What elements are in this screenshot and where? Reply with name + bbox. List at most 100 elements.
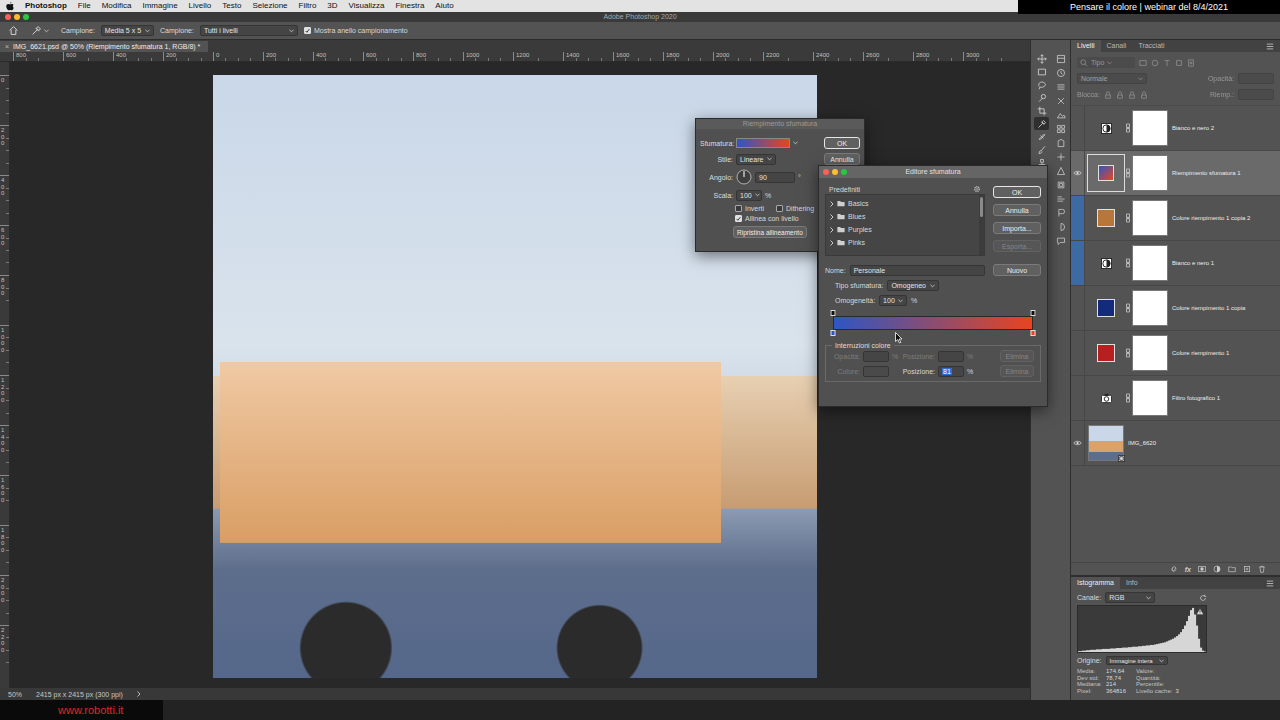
trash-icon[interactable] bbox=[1258, 565, 1266, 573]
menu-item[interactable]: Visualizza bbox=[349, 1, 385, 11]
opacity-stop-lane[interactable] bbox=[833, 310, 1033, 316]
chain-icon[interactable] bbox=[1125, 123, 1131, 133]
gradient-preview[interactable] bbox=[833, 316, 1033, 330]
chain-icon[interactable] bbox=[1125, 213, 1131, 223]
menu-item[interactable]: Filtro bbox=[299, 1, 317, 11]
panel-button[interactable] bbox=[1053, 234, 1068, 248]
sampling-ring-checkbox[interactable]: Mostra anello campionamento bbox=[304, 27, 408, 34]
layer-row[interactable]: Colore riempimento 1 copia bbox=[1071, 286, 1280, 331]
layer-name[interactable]: Bianco e nero 2 bbox=[1172, 125, 1218, 131]
visibility-toggle[interactable] bbox=[1071, 196, 1085, 240]
chain-icon[interactable] bbox=[1125, 168, 1131, 178]
fx-button[interactable]: fx bbox=[1185, 566, 1191, 573]
menu-item[interactable]: Immagine bbox=[142, 1, 177, 11]
preset-folder[interactable]: Pinks bbox=[830, 237, 975, 248]
layer-name[interactable]: Bianco e nero 1 bbox=[1172, 260, 1218, 266]
gear-icon[interactable] bbox=[973, 185, 981, 193]
cache-warning-icon[interactable] bbox=[1196, 608, 1204, 615]
layer-thumbnail[interactable] bbox=[1088, 110, 1124, 146]
apple-icon[interactable] bbox=[6, 2, 14, 11]
tool-button[interactable] bbox=[1034, 91, 1049, 104]
opacity-stop[interactable] bbox=[831, 310, 836, 316]
panel-button[interactable] bbox=[1053, 164, 1068, 178]
document-tab[interactable]: ×IMG_6621.psd @ 50% (Riempimento sfumatu… bbox=[0, 41, 208, 52]
panel-tab[interactable]: Livelli bbox=[1071, 40, 1101, 52]
layer-mask-thumbnail[interactable] bbox=[1132, 155, 1168, 191]
panel-button[interactable] bbox=[1053, 206, 1068, 220]
channel-dropdown[interactable]: RGB bbox=[1105, 592, 1155, 603]
visibility-toggle[interactable] bbox=[1071, 376, 1085, 420]
preset-folder[interactable]: Blues bbox=[830, 211, 975, 222]
layer-thumbnail[interactable] bbox=[1088, 290, 1124, 326]
angle-field[interactable]: 90 bbox=[755, 172, 795, 183]
chain-icon[interactable] bbox=[1125, 303, 1131, 313]
layer-row[interactable]: Colore riempimento 1 copia 2 bbox=[1071, 196, 1280, 241]
smart-object-filter-icon[interactable] bbox=[1187, 59, 1195, 67]
lock-icon[interactable] bbox=[1140, 91, 1148, 99]
delete-button[interactable]: Elimina bbox=[1000, 350, 1034, 362]
layer-thumbnail[interactable] bbox=[1088, 335, 1124, 371]
source-dropdown[interactable]: Immagine intera bbox=[1106, 656, 1168, 665]
panel-button[interactable] bbox=[1053, 94, 1068, 108]
panel-tab[interactable]: Istogramma bbox=[1071, 577, 1120, 589]
checkbox-box[interactable] bbox=[735, 215, 742, 222]
option-checkbox[interactable]: Dithering bbox=[776, 205, 814, 212]
chain-icon[interactable] bbox=[1125, 348, 1131, 358]
expand-chevron-icon[interactable] bbox=[830, 201, 834, 207]
angle-dial-icon[interactable] bbox=[736, 169, 752, 185]
stop-color-swatch[interactable] bbox=[863, 366, 889, 377]
tool-button[interactable] bbox=[1034, 104, 1049, 117]
dialog-button[interactable]: Esporta... bbox=[993, 240, 1041, 252]
layer-row[interactable]: Filtro fotografico 1 bbox=[1071, 376, 1280, 421]
menu-item[interactable]: Testo bbox=[222, 1, 241, 11]
layer-name[interactable]: Colore riempimento 1 bbox=[1172, 350, 1233, 356]
menu-item[interactable]: Finestra bbox=[395, 1, 424, 11]
preset-folder[interactable]: Basics bbox=[830, 198, 975, 209]
menu-item[interactable]: Photoshop bbox=[25, 1, 67, 11]
layer-mask-thumbnail[interactable] bbox=[1132, 245, 1168, 281]
scroll-thumb[interactable] bbox=[980, 197, 983, 217]
panel-menu-icon[interactable] bbox=[1266, 43, 1274, 50]
layer-thumbnail[interactable] bbox=[1088, 155, 1124, 191]
blend-mode-dropdown[interactable]: Normale bbox=[1077, 73, 1147, 84]
lock-icon[interactable] bbox=[1128, 91, 1136, 99]
dialog-button[interactable]: OK bbox=[824, 137, 860, 149]
lock-icon[interactable] bbox=[1116, 91, 1124, 99]
minimize-button[interactable] bbox=[832, 169, 838, 175]
layer-thumbnail[interactable] bbox=[1088, 200, 1124, 236]
name-field[interactable]: Personale bbox=[850, 265, 985, 276]
panel-tab[interactable]: Tracciati bbox=[1132, 40, 1170, 52]
checkbox-box[interactable] bbox=[735, 205, 742, 212]
panel-menu-icon[interactable] bbox=[1266, 580, 1274, 587]
menu-item[interactable]: 3D bbox=[327, 1, 337, 11]
stop-position-field[interactable] bbox=[938, 351, 964, 362]
refresh-icon[interactable] bbox=[1199, 594, 1207, 602]
layer-thumbnail[interactable] bbox=[1088, 245, 1124, 281]
expand-chevron-icon[interactable] bbox=[830, 214, 834, 220]
new-layer-icon[interactable] bbox=[1243, 565, 1251, 573]
zoom-button[interactable] bbox=[23, 14, 29, 20]
layer-mask-thumbnail[interactable] bbox=[1132, 290, 1168, 326]
sample-dropdown[interactable]: Tutti i livelli bbox=[200, 25, 298, 36]
layer-thumbnail[interactable] bbox=[1088, 425, 1124, 461]
tool-button[interactable] bbox=[1034, 52, 1049, 65]
scrollbar[interactable] bbox=[979, 195, 984, 255]
dialog-button[interactable]: Annulla bbox=[824, 153, 860, 165]
checkbox-box[interactable] bbox=[776, 205, 783, 212]
layer-filter[interactable]: Tipo bbox=[1077, 57, 1135, 68]
color-stop[interactable] bbox=[1031, 330, 1036, 336]
menu-item[interactable]: File bbox=[78, 1, 91, 11]
mask-icon[interactable] bbox=[1198, 565, 1206, 573]
layer-mask-thumbnail[interactable] bbox=[1132, 380, 1168, 416]
reset-alignment-button[interactable]: Ripristina allineamento bbox=[733, 226, 807, 238]
adjustment-filter-icon[interactable] bbox=[1151, 59, 1159, 67]
delete-button[interactable]: Elimina bbox=[1000, 365, 1034, 377]
tool-preset-picker[interactable] bbox=[31, 25, 49, 36]
chain-icon[interactable] bbox=[1125, 393, 1131, 403]
visibility-toggle[interactable] bbox=[1071, 151, 1085, 195]
panel-tab[interactable]: Canali bbox=[1101, 40, 1133, 52]
stop-position-field[interactable]: 81 bbox=[938, 366, 964, 377]
gradient-type-dropdown[interactable]: Omogeneo bbox=[887, 280, 939, 291]
link-icon[interactable] bbox=[1170, 565, 1178, 573]
panel-button[interactable] bbox=[1053, 192, 1068, 206]
